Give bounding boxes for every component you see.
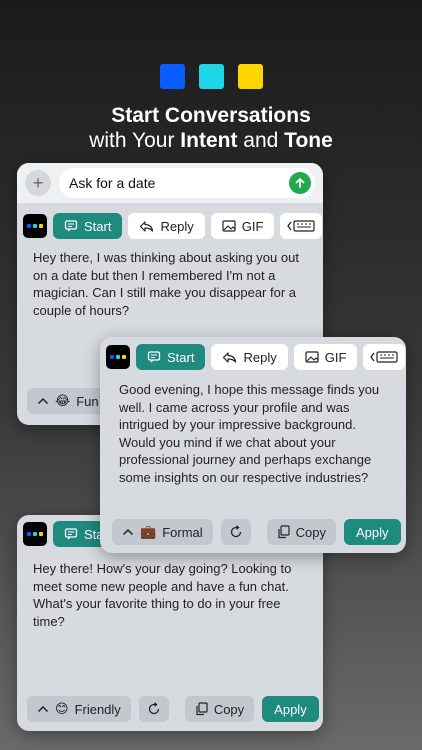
chevron-up-icon <box>37 397 49 405</box>
keyboard-button[interactable] <box>363 344 406 370</box>
apply-button[interactable]: Apply <box>344 519 401 545</box>
chevron-up-icon <box>37 705 49 713</box>
regenerate-button[interactable] <box>220 519 251 545</box>
tone-selector[interactable]: 💼 Formal <box>112 519 213 545</box>
apply-button[interactable]: Apply <box>262 696 319 722</box>
image-icon <box>222 220 236 232</box>
prompt-input[interactable]: Ask for a date <box>59 168 315 198</box>
arrow-up-icon <box>295 178 305 188</box>
refresh-icon <box>230 525 241 538</box>
reply-button[interactable]: Reply <box>211 344 288 370</box>
message-text: Good evening, I hope this message finds … <box>119 382 380 485</box>
keyboard-card-front: Start Reply GIF Good evening, I hope thi… <box>100 337 406 553</box>
headline-line2: with Your Intent and Tone <box>89 129 333 152</box>
keyboard-icon <box>287 220 315 232</box>
chevron-up-icon <box>122 528 134 536</box>
headline-line1: Start Conversations <box>111 104 311 127</box>
chat-icon <box>64 220 78 232</box>
refresh-icon <box>148 702 159 715</box>
copy-button[interactable]: Copy <box>266 519 336 545</box>
prompt-input-text: Ask for a date <box>69 175 156 191</box>
action-bar: 😊 Friendly Copy Apply <box>27 696 319 722</box>
gif-button[interactable]: GIF <box>293 344 358 370</box>
action-bar: 💼 Formal Copy Apply <box>112 519 401 545</box>
chat-icon <box>64 528 78 540</box>
chat-icon <box>147 351 161 363</box>
cyan-square <box>198 64 224 89</box>
keyboard-button[interactable] <box>280 213 323 239</box>
add-button[interactable]: + <box>25 170 51 196</box>
reply-icon <box>140 220 154 232</box>
headline: Start Conversations with Your Intent and… <box>0 103 422 153</box>
reply-button[interactable]: Reply <box>128 213 205 239</box>
tone-selector[interactable]: 😂 Fun <box>27 388 109 414</box>
keyboard-icon <box>370 351 398 363</box>
app-logo <box>23 522 47 546</box>
copy-icon <box>278 525 290 539</box>
gif-button[interactable]: GIF <box>210 213 275 239</box>
send-button[interactable] <box>289 172 311 194</box>
regenerate-button[interactable] <box>138 696 169 722</box>
compose-row: + Ask for a date <box>17 163 323 203</box>
message-text: Hey there! How's your day going? Looking… <box>33 561 292 629</box>
toolbar: Start Reply GIF <box>106 344 406 370</box>
message-text: Hey there, I was thinking about asking y… <box>33 250 299 318</box>
start-button[interactable]: Start <box>53 213 123 239</box>
app-logo <box>23 214 47 238</box>
toolbar: Start Reply GIF <box>23 213 323 239</box>
brand-color-squares <box>0 64 422 89</box>
copy-icon <box>196 702 208 716</box>
app-logo <box>106 345 130 369</box>
tone-selector[interactable]: 😊 Friendly <box>27 696 131 722</box>
yellow-square <box>237 64 263 89</box>
start-button[interactable]: Start <box>136 344 206 370</box>
reply-icon <box>223 351 237 363</box>
copy-button[interactable]: Copy <box>184 696 255 722</box>
image-icon <box>305 351 319 363</box>
blue-square <box>159 64 185 89</box>
